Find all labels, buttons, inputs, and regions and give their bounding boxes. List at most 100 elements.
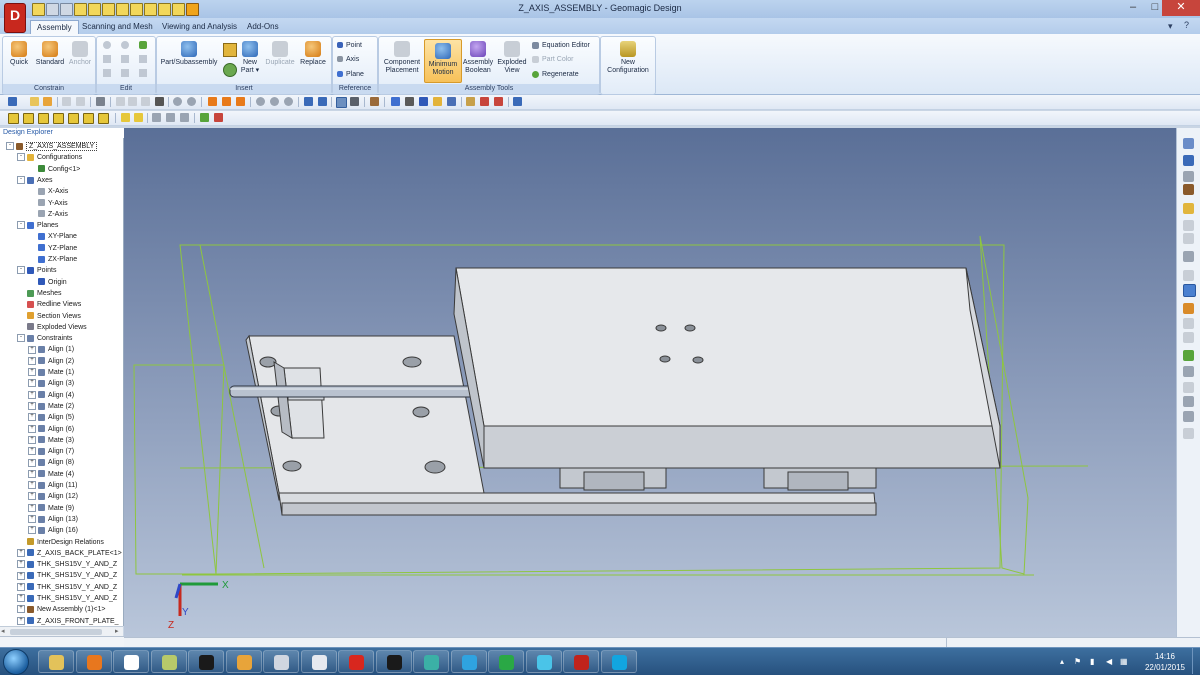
clock-date[interactable]: 22/01/2015 — [1140, 663, 1190, 672]
taskbar-file-button[interactable] — [150, 650, 187, 673]
edit-mirror-icon[interactable] — [121, 55, 129, 63]
tree-item[interactable]: + THK_SHS15V_Y_AND_Z — [17, 593, 117, 604]
cut-icon[interactable] — [116, 97, 125, 106]
tree-item[interactable]: - Points — [17, 265, 56, 276]
tree-item[interactable]: XY-Plane — [28, 231, 77, 242]
collapse-icon[interactable]: - — [17, 334, 25, 343]
panel-duplicate-icon[interactable] — [1183, 220, 1194, 231]
tree-item[interactable]: - Z_AXIS_ASSEMBLY — [6, 141, 98, 152]
taskbar-redbird-button[interactable] — [338, 650, 374, 673]
tree-item[interactable]: - Axes — [17, 175, 53, 186]
screen-capture-icon[interactable] — [513, 97, 522, 106]
tree-item[interactable]: Y-Axis — [28, 198, 68, 209]
tree-item[interactable]: + Mate (2) — [28, 401, 74, 412]
open-file-icon[interactable] — [43, 97, 52, 106]
part-color-button[interactable]: Part Color — [532, 53, 574, 66]
taskbar-qtranslate-button[interactable] — [450, 650, 487, 673]
panel-color-icon[interactable] — [1183, 332, 1194, 343]
edit-rotate-icon[interactable] — [121, 41, 129, 49]
panel-assembly-icon[interactable] — [1183, 171, 1194, 182]
expand-icon[interactable]: + — [28, 368, 36, 377]
shaded-edges-icon[interactable] — [350, 97, 359, 106]
panel-minimum-motion-icon[interactable] — [1183, 284, 1196, 297]
tree-item[interactable]: - Constraints — [17, 333, 72, 344]
taskbar-explorer-button[interactable] — [38, 650, 74, 673]
tab-add-ons[interactable]: Add-Ons — [241, 20, 285, 33]
tree-item[interactable]: + Z_AXIS_BACK_PLATE<1> — [17, 548, 122, 559]
select-part-icon[interactable] — [8, 97, 17, 106]
duplicate-button[interactable]: Duplicate — [263, 41, 297, 67]
expand-icon[interactable]: + — [28, 492, 36, 501]
clock-time[interactable]: 14:16 — [1140, 652, 1190, 661]
taskbar-skype-button[interactable] — [600, 650, 637, 673]
panel-tools-icon[interactable] — [1183, 251, 1194, 262]
close-button[interactable]: ✕ — [1162, 0, 1200, 16]
front-plate[interactable] — [453, 267, 1001, 469]
expand-icon[interactable]: + — [17, 548, 25, 557]
panel-measure-icon[interactable] — [1183, 382, 1194, 393]
standard-button[interactable]: Standard — [33, 41, 67, 67]
view-iso-icon[interactable] — [98, 113, 109, 124]
expand-icon[interactable]: + — [17, 616, 25, 625]
collapse-icon[interactable]: - — [17, 153, 25, 162]
tree-item[interactable]: Config<1> — [28, 164, 80, 175]
tray-battery-icon[interactable]: ▮ — [1090, 657, 1094, 666]
view-top-icon[interactable] — [68, 113, 79, 124]
panel-part-icon[interactable] — [1183, 155, 1194, 166]
reference-point-button[interactable]: Point — [337, 39, 362, 52]
reference-plane-button[interactable]: Plane — [337, 68, 364, 81]
app-logo-icon[interactable]: D — [4, 3, 26, 33]
exploded-view-button[interactable]: Exploded View — [495, 41, 529, 75]
shaded-view-icon[interactable] — [336, 97, 347, 108]
tree-item[interactable]: + Align (5) — [28, 412, 74, 423]
expand-icon[interactable]: + — [28, 424, 36, 433]
quick-button[interactable]: Quick — [5, 41, 33, 67]
panel-placement-icon[interactable] — [1183, 270, 1194, 281]
taskbar-firefox-button[interactable] — [75, 650, 112, 673]
show-points-icon[interactable] — [419, 97, 428, 106]
edit-pattern-icon[interactable] — [139, 55, 147, 63]
tree-item[interactable]: InterDesign Relations — [17, 537, 104, 548]
edit-scissors-icon[interactable] — [121, 69, 129, 77]
new-configuration-button[interactable]: New Configuration — [603, 41, 653, 75]
section-icon[interactable] — [480, 97, 489, 106]
expand-icon[interactable]: + — [28, 469, 36, 478]
tree-item[interactable]: Exploded Views — [17, 322, 87, 333]
simulate-icon[interactable] — [200, 113, 209, 122]
tree-item[interactable]: Origin — [28, 277, 67, 288]
constraint-tool-icon[interactable] — [152, 113, 161, 122]
panel-grid-icon[interactable] — [1183, 203, 1194, 214]
replace-button[interactable]: Replace — [297, 41, 329, 67]
edit-move-icon[interactable] — [103, 41, 111, 49]
reference-axis-button[interactable]: Axis — [337, 53, 359, 66]
taskbar-document-button[interactable] — [300, 650, 337, 673]
collapse-icon[interactable]: - — [17, 221, 25, 230]
taskbar-messenger-button[interactable] — [263, 650, 299, 673]
zoom-area-icon[interactable] — [270, 97, 279, 106]
select-arrow-icon[interactable] — [208, 97, 217, 106]
zoom-fit-icon[interactable] — [284, 97, 293, 106]
ball-screw[interactable] — [229, 385, 477, 398]
tab-viewing-and-analysis[interactable]: Viewing and Analysis — [156, 20, 243, 33]
align-view-icon[interactable] — [121, 113, 130, 122]
zoom-in-icon[interactable] — [256, 97, 265, 106]
redo-icon[interactable] — [76, 97, 85, 106]
bearing-block[interactable] — [273, 361, 325, 439]
tree-item[interactable]: + Align (4) — [28, 390, 74, 401]
expand-icon[interactable]: + — [28, 379, 36, 388]
minimum-motion-button[interactable]: Minimum Motion — [424, 39, 462, 83]
rotate-view-icon[interactable] — [236, 97, 245, 106]
expand-icon[interactable]: + — [17, 594, 25, 603]
panel-snapshot-icon[interactable] — [1183, 366, 1194, 377]
panel-mate-icon[interactable] — [1183, 411, 1194, 422]
tray-volume-icon[interactable]: ◀ — [1106, 657, 1112, 666]
tray-arrow-icon[interactable]: ▴ — [1060, 657, 1064, 666]
edit-check-icon[interactable] — [139, 41, 147, 49]
tree-item[interactable]: Meshes — [17, 288, 62, 299]
edit-delete-icon[interactable] — [103, 69, 111, 77]
measure-icon[interactable] — [466, 97, 475, 106]
expand-icon[interactable]: + — [28, 402, 36, 411]
3d-viewport[interactable]: X Y Z — [124, 128, 1176, 637]
tree-item[interactable]: Z-Axis — [28, 209, 68, 220]
tree-item[interactable]: + Align (11) — [28, 480, 77, 491]
